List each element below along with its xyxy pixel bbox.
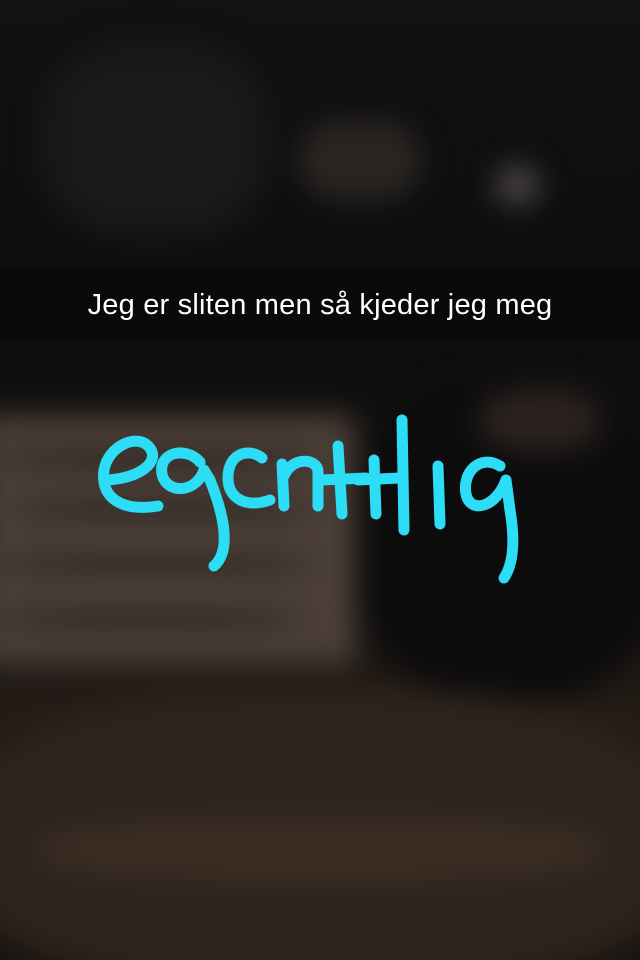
handwritten-drawing [98,414,519,584]
drawing-stroke-g2 [459,456,519,584]
drawing-stroke-l [396,414,410,536]
drawing-stroke-c [222,447,276,509]
snap-photo: Jeg er sliten men så kjeder jeg meg [0,0,640,960]
drawing-stroke-t2 [352,454,406,520]
drawing-stroke-e [98,435,164,513]
drawing-stroke-n [276,455,324,512]
drawing-stroke-g [156,447,230,572]
drawing-stroke-i [432,460,446,530]
